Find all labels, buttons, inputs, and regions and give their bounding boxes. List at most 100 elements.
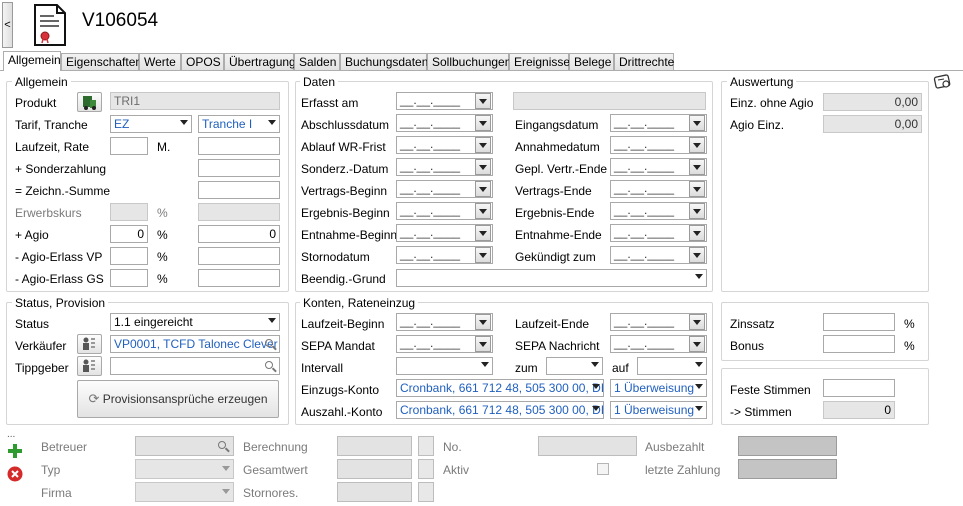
vertrags-ende-label: Vertrags-Ende: [515, 184, 592, 198]
sepa-nachricht-label: SEPA Nachricht: [515, 339, 600, 353]
tarif-label: Tarif, Tranche: [15, 118, 88, 132]
bonus-field[interactable]: [823, 335, 895, 353]
no-label: No.: [443, 440, 462, 454]
vertrags-beginn-dropdown[interactable]: [475, 181, 491, 197]
sonderz-datum-label: Sonderz.-Datum: [301, 162, 389, 176]
zum-select[interactable]: [546, 357, 603, 375]
tab-salden[interactable]: Salden: [294, 53, 340, 70]
intervall-select[interactable]: [396, 357, 493, 375]
laufzeit-unit: M.: [157, 140, 171, 154]
agio-erlass-gs-pct-field[interactable]: [110, 269, 148, 287]
betreuer-search-icon: [218, 441, 226, 449]
einzugs-mode-select[interactable]: 1 Überweisung: [610, 379, 707, 397]
laufzeit-field[interactable]: [110, 137, 148, 155]
stornodatum-label: Stornodatum: [301, 250, 370, 264]
stornodatum-dropdown[interactable]: [475, 247, 491, 263]
gesamtwert-label: Gesamtwert: [243, 463, 308, 477]
tranche-select[interactable]: Tranche I: [198, 115, 280, 133]
vertrags-ende-dropdown[interactable]: [689, 181, 705, 197]
tippgeber-label: Tippgeber: [15, 361, 69, 375]
stimmen-label: -> Stimmen: [730, 405, 792, 419]
agio-label: + Agio: [15, 228, 49, 242]
agio-erlass-vp-field[interactable]: [198, 247, 280, 265]
einz-ohne-agio-field: 0,00: [823, 93, 922, 111]
letzte-zahlung-label: letzte Zahlung: [645, 463, 721, 477]
produkt-field: TRI1: [110, 92, 280, 110]
verkaeufer-search-icon[interactable]: [265, 339, 273, 347]
gepl-vertr-ende-dropdown[interactable]: [689, 159, 705, 175]
verkaeufer-field[interactable]: VP0001, TCFD Talonec Clever: [110, 335, 280, 353]
entnahme-ende-dropdown[interactable]: [689, 225, 705, 241]
auszahl-mode-select[interactable]: 1 Überweisung: [610, 401, 707, 419]
laufzeit-ende-dropdown[interactable]: [689, 314, 705, 330]
ergebnis-beginn-dropdown[interactable]: [475, 203, 491, 219]
zeichnungssumme-field[interactable]: [198, 181, 280, 199]
laufzeit-label: Laufzeit, Rate: [15, 140, 90, 154]
typ-label: Typ: [41, 463, 61, 477]
tippgeber-field[interactable]: [110, 357, 280, 375]
annahmedatum-dropdown[interactable]: [689, 137, 705, 153]
agio-amount-field[interactable]: 0: [198, 225, 280, 243]
entnahme-beginn-dropdown[interactable]: [475, 225, 491, 241]
tab-uebertragung[interactable]: Übertragung: [224, 53, 296, 70]
tab-drittrechte[interactable]: Drittrechte: [614, 53, 674, 70]
status-select[interactable]: 1.1 eingereicht: [110, 313, 280, 331]
feste-stimmen-field[interactable]: [823, 379, 895, 397]
tarif-select[interactable]: EZ: [110, 115, 192, 133]
delete-icon[interactable]: [7, 466, 23, 482]
rate-field[interactable]: [198, 137, 280, 155]
beendig-grund-select[interactable]: [396, 269, 707, 287]
tab-werte[interactable]: Werte: [139, 53, 181, 70]
group-daten-title: Daten: [300, 75, 339, 89]
product-icon: [83, 96, 96, 110]
certificate-icon[interactable]: [933, 73, 953, 91]
abschlussdatum-dropdown[interactable]: [475, 115, 491, 131]
erfasst-extra-field: [513, 92, 706, 110]
group-allgemein-title: Allgemein: [12, 75, 71, 89]
verkaeufer-picker-button[interactable]: [77, 334, 102, 354]
sonderzahlung-field[interactable]: [198, 159, 280, 177]
ergebnis-beginn-label: Ergebnis-Beginn: [301, 206, 390, 220]
zinssatz-unit: %: [904, 317, 915, 331]
provisionsansprueche-button-label: Provisionsansprüche erzeugen: [102, 392, 268, 406]
entnahme-ende-label: Entnahme-Ende: [515, 228, 602, 242]
einzugs-konto-select[interactable]: Cronbank, 661 712 48, 505 300 00, DE: [396, 379, 604, 397]
eingangsdatum-dropdown[interactable]: [689, 115, 705, 131]
agio-erlass-gs-field[interactable]: [198, 269, 280, 287]
tab-buchungsdaten[interactable]: Buchungsdaten: [340, 53, 428, 70]
provisionsansprueche-button[interactable]: ⟳ Provisionsansprüche erzeugen: [77, 380, 279, 418]
tab-opos[interactable]: OPOS: [181, 53, 224, 70]
ablauf-wr-frist-dropdown[interactable]: [475, 137, 491, 153]
tab-eigenschaften[interactable]: Eigenschaften: [61, 53, 142, 70]
agio-pct-field[interactable]: 0: [110, 225, 148, 243]
berechnung-field: [337, 436, 412, 456]
tippgeber-picker-button[interactable]: [77, 356, 102, 376]
auf-select[interactable]: [637, 357, 707, 375]
agio-erlass-vp-pct-field[interactable]: [110, 247, 148, 265]
agio-erlass-gs-unit: %: [157, 272, 168, 286]
sepa-nachricht-dropdown[interactable]: [689, 336, 705, 352]
more-dots[interactable]: ...: [7, 428, 15, 442]
zinssatz-label: Zinssatz: [730, 317, 775, 331]
add-icon[interactable]: [8, 444, 22, 458]
tippgeber-search-icon[interactable]: [265, 361, 273, 369]
tab-allgemein[interactable]: Allgemein: [3, 51, 61, 71]
stornores-field: [337, 482, 412, 502]
vertrags-beginn-label: Vertrags-Beginn: [301, 184, 388, 198]
ergebnis-ende-dropdown[interactable]: [689, 203, 705, 219]
group-status-title: Status, Provision: [12, 296, 109, 310]
gek-ndigt-zum-dropdown[interactable]: [689, 247, 705, 263]
laufzeit-beginn-dropdown[interactable]: [475, 314, 491, 330]
tab-sollbuchungen[interactable]: Sollbuchungen: [427, 53, 511, 70]
zinssatz-field[interactable]: [823, 313, 895, 331]
collapse-button[interactable]: <: [2, 2, 13, 48]
erfasst-am-dropdown[interactable]: [475, 93, 491, 109]
sonderz-datum-dropdown[interactable]: [475, 159, 491, 175]
tab-belege[interactable]: Belege: [569, 53, 614, 70]
produkt-picker-button[interactable]: [77, 92, 102, 112]
tab-ereignisse[interactable]: Ereignisse: [509, 53, 570, 70]
auszahl-konto-select[interactable]: Cronbank, 661 712 48, 505 300 00, DE: [396, 401, 604, 419]
sepa-mandat-dropdown[interactable]: [475, 336, 491, 352]
firma-label: Firma: [41, 486, 72, 500]
typ-select: [135, 459, 234, 479]
